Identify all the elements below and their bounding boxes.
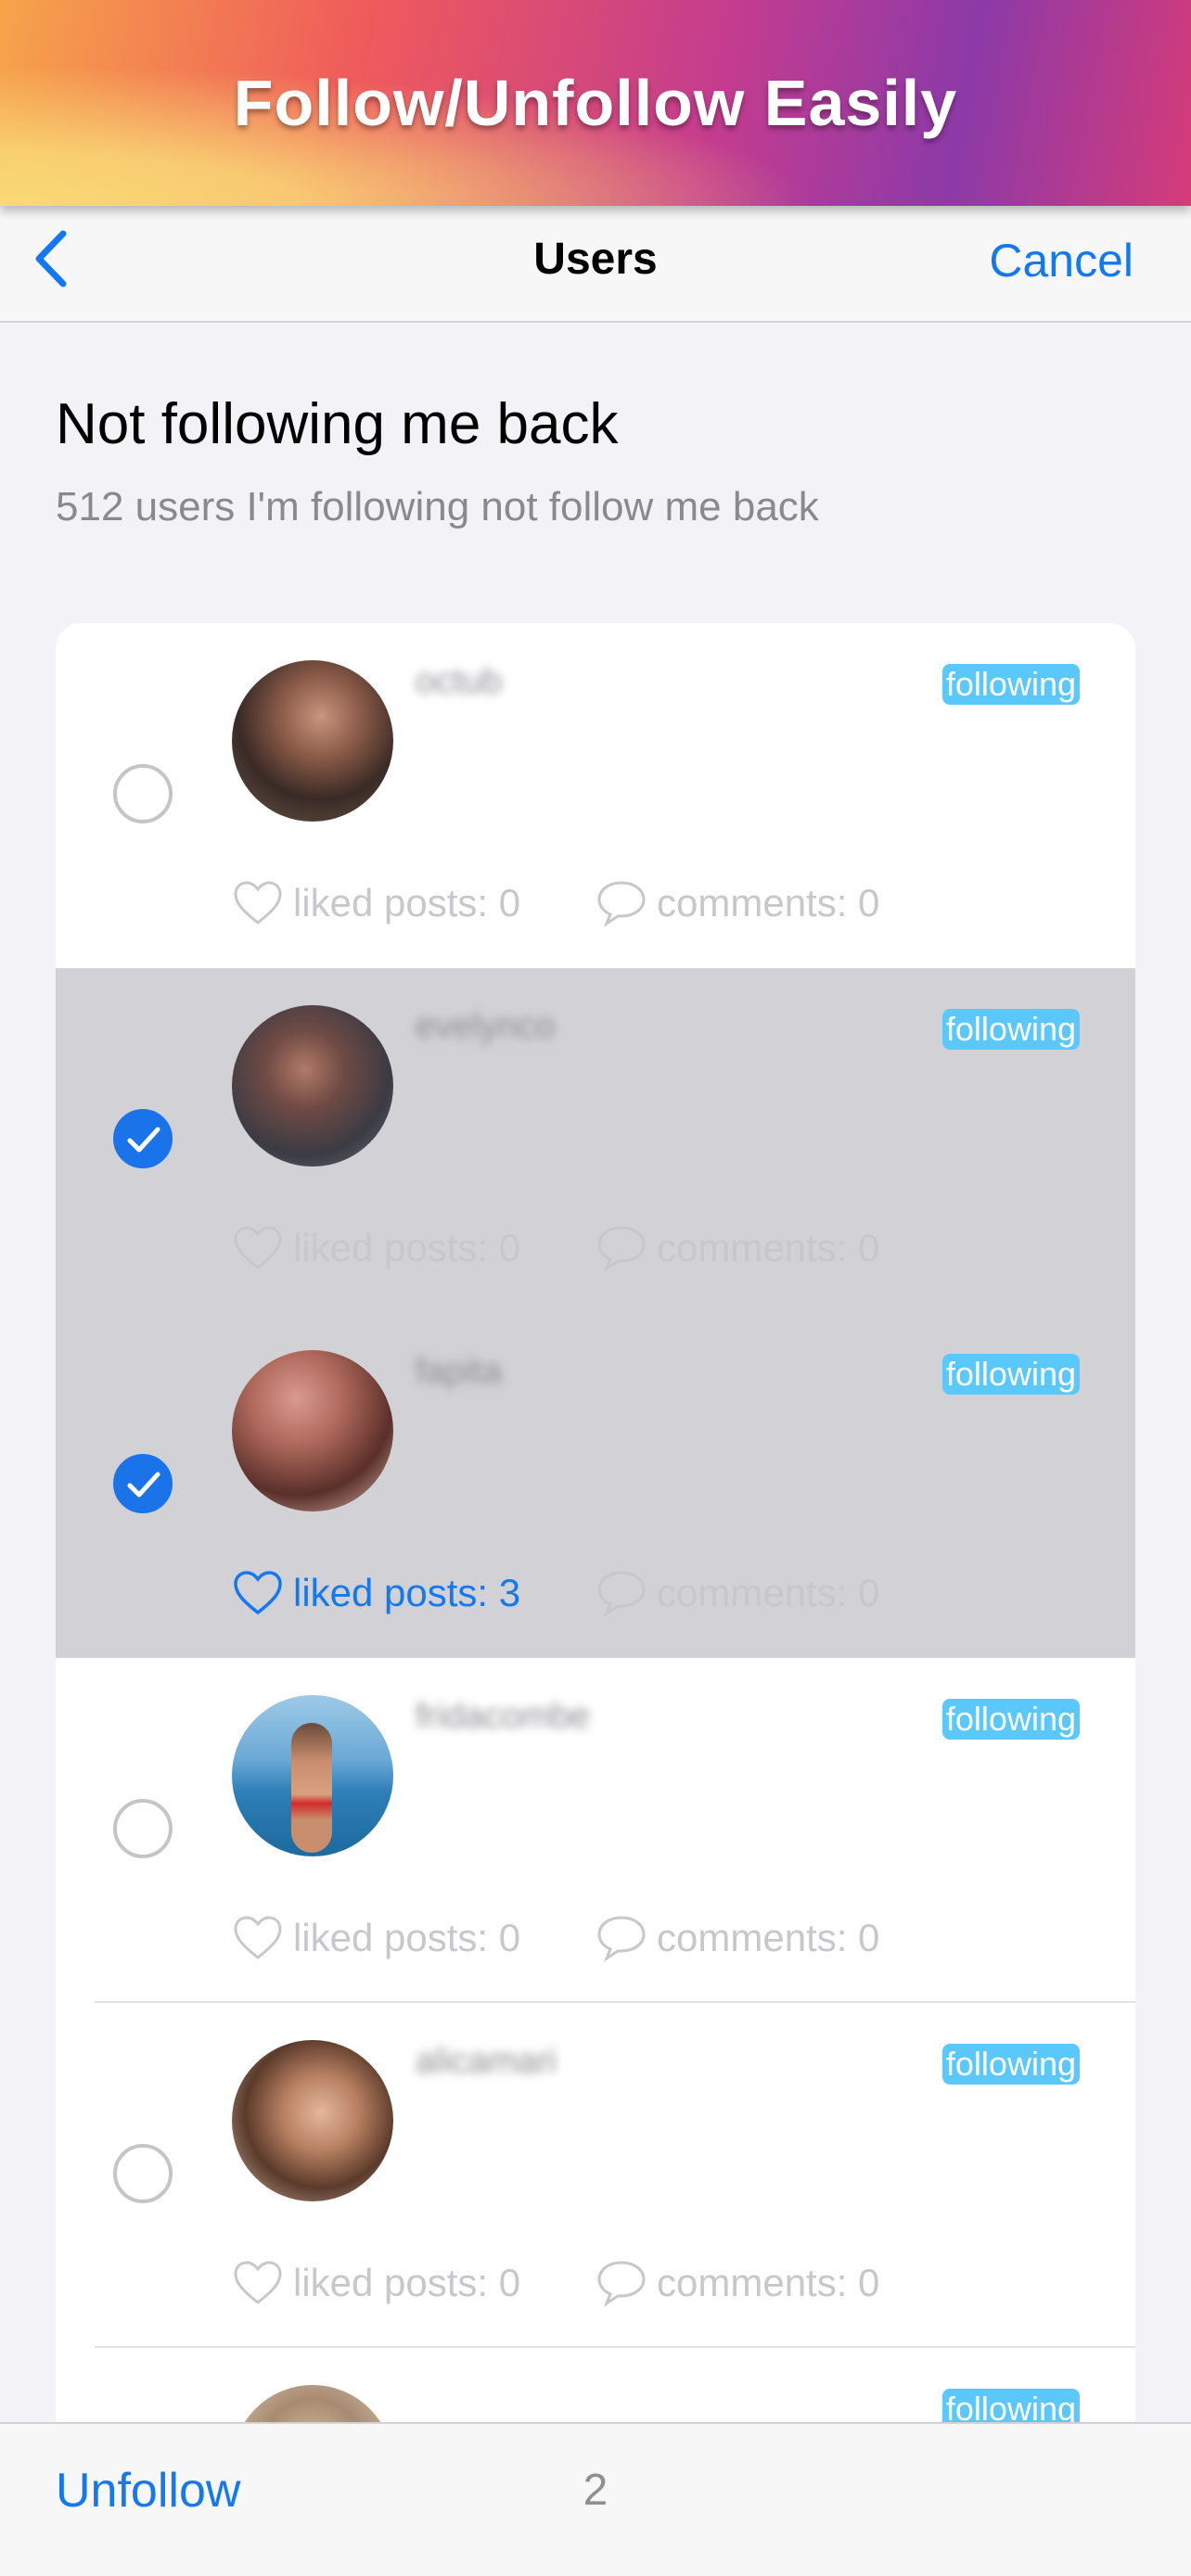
avatar [232,1695,393,1856]
select-radio[interactable] [113,2144,173,2203]
comments-label: comments: 0 [657,2261,880,2304]
following-badge: following [941,1354,1080,1395]
avatar [232,2040,393,2201]
navigation-bar: Users Cancel [0,206,1191,323]
following-badge: following [941,2389,1080,2422]
username: evelynco [416,1007,555,1046]
promo-banner: Follow/Unfollow Easily [0,0,1191,206]
avatar [232,2385,393,2422]
heart-icon [234,1571,282,1615]
avatar [232,1005,393,1167]
section-subtitle: 512 users I'm following not follow me ba… [56,484,819,529]
username: fapita [416,1352,502,1391]
following-badge: following [941,2044,1080,2085]
username: fridacombe [416,1697,590,1736]
liked-posts-stat: liked posts: 0 [232,1222,520,1274]
liked-posts-label: liked posts: 0 [293,881,521,925]
bottom-toolbar: Unfollow 2 [0,2422,1191,2576]
checkmark-icon [127,1127,160,1153]
user-row[interactable]: alicamari following liked posts: 0 comme… [56,2003,1135,2348]
select-radio[interactable] [113,1799,173,1858]
comment-icon [597,2261,646,2307]
username: alicamari [416,2042,557,2081]
following-badge: following [941,1699,1080,1740]
checkmark-icon [127,1472,160,1498]
section-title: Not following me back [56,392,619,456]
following-badge: following [941,664,1080,705]
liked-posts-label: liked posts: 0 [293,2261,521,2304]
username: octub [416,662,502,701]
user-row[interactable]: octub following liked posts: 0 comments:… [56,623,1135,968]
liked-posts-stat: liked posts: 0 [232,877,520,929]
user-row[interactable]: fapita following liked posts: 3 comments… [56,1313,1135,1658]
liked-posts-stat: liked posts: 0 [232,2257,520,2309]
avatar [232,660,393,822]
comments-stat: comments: 0 [596,1912,879,1964]
comments-label: comments: 0 [657,1226,880,1269]
comment-icon [597,1571,646,1617]
heart-icon [234,2261,282,2304]
user-list: octub following liked posts: 0 comments:… [56,623,1135,2422]
promo-title: Follow/Unfollow Easily [233,67,958,139]
liked-posts-label: liked posts: 0 [293,1916,521,1959]
comments-label: comments: 0 [657,881,880,925]
heart-icon [234,1916,282,1959]
username [416,2387,657,2422]
heart-icon [234,881,282,925]
user-row[interactable]: evelynco following liked posts: 0 commen… [56,968,1135,1313]
user-row[interactable]: following [56,2348,1135,2422]
comments-stat: comments: 0 [596,877,879,929]
heart-icon [234,1226,282,1269]
liked-posts-label: liked posts: 0 [293,1226,521,1269]
comments-label: comments: 0 [657,1916,880,1959]
select-radio[interactable] [113,1109,173,1168]
select-radio[interactable] [113,764,173,823]
comments-stat: comments: 0 [596,1222,879,1274]
avatar [232,1350,393,1511]
comment-icon [597,1916,646,1962]
comment-icon [597,1226,646,1272]
comments-stat: comments: 0 [596,1567,879,1619]
following-badge: following [941,1009,1080,1050]
user-row[interactable]: fridacombe following liked posts: 0 comm… [56,1658,1135,2003]
select-radio[interactable] [113,1454,173,1513]
comment-icon [597,881,646,927]
liked-posts-stat: liked posts: 0 [232,1912,520,1964]
liked-posts-stat: liked posts: 3 [232,1567,520,1619]
cancel-button[interactable]: Cancel [989,234,1133,287]
comments-stat: comments: 0 [596,2257,879,2309]
selected-count: 2 [583,2466,608,2515]
comments-label: comments: 0 [657,1571,880,1614]
liked-posts-label: liked posts: 3 [293,1571,521,1614]
